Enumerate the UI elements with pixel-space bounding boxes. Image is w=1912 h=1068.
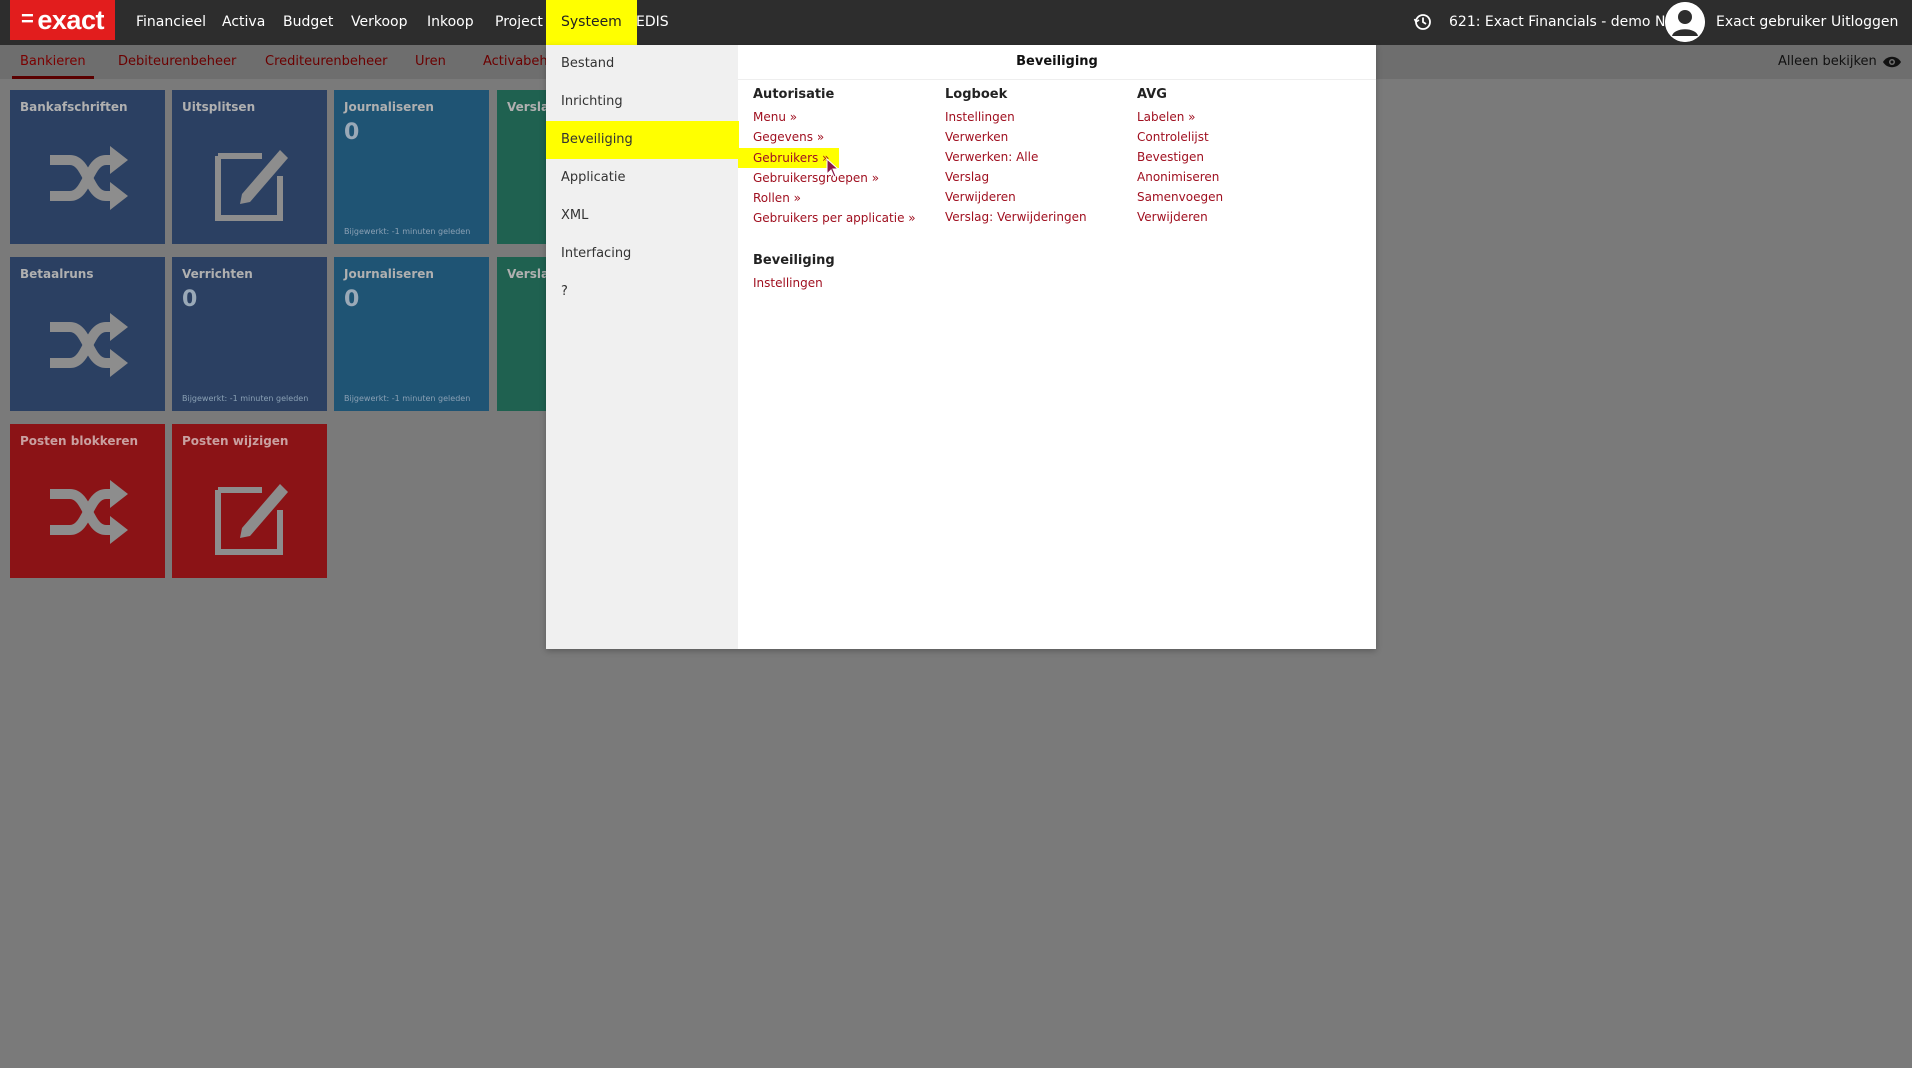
nav-inkoop[interactable]: Inkoop: [417, 0, 484, 45]
column-beveiliging: Beveiliging Instellingen: [753, 253, 943, 293]
nav-financieel[interactable]: Financieel: [126, 0, 216, 45]
column-avg: AVG Labelen » Controlelijst Bevestigen A…: [1137, 87, 1327, 227]
tile-journaliseren-1[interactable]: Journaliseren 0 Bijgewerkt: -1 minuten g…: [334, 90, 489, 244]
edit-icon: [215, 484, 288, 555]
nav-systeem[interactable]: Systeem: [546, 0, 637, 45]
menu-item-inrichting[interactable]: Inrichting: [546, 83, 738, 121]
tile-verslag-2[interactable]: Verslag: [497, 257, 546, 411]
eye-icon[interactable]: [1882, 55, 1902, 69]
avatar[interactable]: [1665, 2, 1705, 42]
column-heading: Logboek: [945, 87, 1008, 102]
logo-text: exact: [37, 4, 104, 35]
menu-item-help[interactable]: ?: [546, 273, 738, 311]
tile-updated: Bijgewerkt: -1 minuten geleden: [344, 394, 471, 403]
tile-count: 0: [344, 120, 360, 145]
link-verwijderen-avg[interactable]: Verwijderen: [1137, 207, 1327, 227]
link-gebruikersgroepen[interactable]: Gebruikersgroepen »: [753, 168, 943, 188]
link-anonimiseren[interactable]: Anonimiseren: [1137, 167, 1327, 187]
panel-title: Beveiliging: [738, 45, 1376, 80]
link-gebruikers[interactable]: Gebruikers »: [738, 148, 840, 168]
nav-budget[interactable]: Budget: [273, 0, 343, 45]
subtab-crediteurenbeheer[interactable]: Crediteurenbeheer: [265, 45, 387, 79]
dropdown-panel: Beveiliging Autorisatie Menu » Gegevens …: [738, 45, 1376, 649]
tile-verrichten[interactable]: Verrichten 0 Bijgewerkt: -1 minuten gele…: [172, 257, 327, 411]
link-verwijderen[interactable]: Verwijderen: [945, 187, 1135, 207]
menu-item-applicatie[interactable]: Applicatie: [546, 159, 738, 197]
shuffle-icon: [50, 313, 128, 377]
logout-link[interactable]: Uitloggen: [1831, 0, 1898, 45]
tile-updated: Bijgewerkt: -1 minuten geleden: [182, 394, 309, 403]
link-verslag[interactable]: Verslag: [945, 167, 1135, 187]
company-selector[interactable]: 621: Exact Financials - demo NL: [1449, 0, 1673, 45]
subtab-bankieren[interactable]: Bankieren: [12, 45, 94, 79]
subtab-uren[interactable]: Uren: [415, 45, 446, 79]
edit-icon: [215, 150, 288, 221]
mouse-cursor-icon: [826, 158, 840, 178]
column-heading: Beveiliging: [753, 253, 835, 268]
link-gegevens[interactable]: Gegevens »: [753, 127, 943, 147]
tile-uitsplitsen[interactable]: Uitsplitsen: [172, 90, 327, 244]
link-gebruikers-per-applicatie[interactable]: Gebruikers per applicatie »: [753, 208, 943, 228]
column-heading: Autorisatie: [753, 87, 835, 102]
user-icon: [1665, 2, 1705, 42]
nav-edis[interactable]: EDIS: [626, 0, 679, 45]
tile-bankafschriften[interactable]: Bankafschriften: [10, 90, 165, 244]
tile-posten-wijzigen[interactable]: Posten wijzigen: [172, 424, 327, 578]
shuffle-icon: [50, 146, 128, 210]
systeem-dropdown-menu: Bestand Inrichting Beveiliging Applicati…: [546, 45, 1376, 649]
tile-betaalruns[interactable]: Betaalruns: [10, 257, 165, 411]
readonly-toggle-label[interactable]: Alleen bekijken: [1778, 45, 1877, 79]
column-autorisatie: Autorisatie Menu » Gegevens » Gebruikers…: [738, 87, 943, 228]
menu-item-beveiliging[interactable]: Beveiliging: [546, 121, 739, 159]
link-labelen[interactable]: Labelen »: [1137, 107, 1327, 127]
exact-logo[interactable]: = exact: [10, 0, 115, 40]
column-heading: AVG: [1137, 87, 1167, 102]
nav-project[interactable]: Project: [485, 0, 553, 45]
link-controlelijst[interactable]: Controlelijst: [1137, 127, 1327, 147]
link-beveiliging-instellingen[interactable]: Instellingen: [753, 273, 943, 293]
column-logboek: Logboek Instellingen Verwerken Verwerken…: [945, 87, 1135, 227]
menu-item-interfacing[interactable]: Interfacing: [546, 235, 738, 273]
tile-posten-blokkeren[interactable]: Posten blokkeren: [10, 424, 165, 578]
top-navigation-bar: = exact Financieel Activa Budget Verkoop…: [0, 0, 1912, 45]
subtab-debiteurenbeheer[interactable]: Debiteurenbeheer: [118, 45, 236, 79]
link-menu[interactable]: Menu »: [753, 107, 943, 127]
link-verslag-verwijderingen[interactable]: Verslag: Verwijderingen: [945, 207, 1135, 227]
nav-activa[interactable]: Activa: [212, 0, 275, 45]
menu-item-xml[interactable]: XML: [546, 197, 738, 235]
dropdown-category-list: Bestand Inrichting Beveiliging Applicati…: [546, 45, 739, 649]
tile-verslag-1[interactable]: Verslag: [497, 90, 546, 244]
history-icon[interactable]: [1413, 12, 1433, 32]
link-rollen[interactable]: Rollen »: [753, 188, 943, 208]
link-bevestigen[interactable]: Bevestigen: [1137, 147, 1327, 167]
menu-item-bestand[interactable]: Bestand: [546, 45, 738, 83]
link-verwerken[interactable]: Verwerken: [945, 127, 1135, 147]
nav-verkoop[interactable]: Verkoop: [341, 0, 418, 45]
link-verwerken-alle[interactable]: Verwerken: Alle: [945, 147, 1135, 167]
link-instellingen[interactable]: Instellingen: [945, 107, 1135, 127]
tile-count: 0: [182, 287, 198, 312]
username[interactable]: Exact gebruiker: [1716, 0, 1826, 45]
tile-journaliseren-2[interactable]: Journaliseren 0 Bijgewerkt: -1 minuten g…: [334, 257, 489, 411]
tile-count: 0: [344, 287, 360, 312]
link-samenvoegen[interactable]: Samenvoegen: [1137, 187, 1327, 207]
tile-updated: Bijgewerkt: -1 minuten geleden: [344, 227, 471, 236]
shuffle-icon: [50, 480, 128, 544]
